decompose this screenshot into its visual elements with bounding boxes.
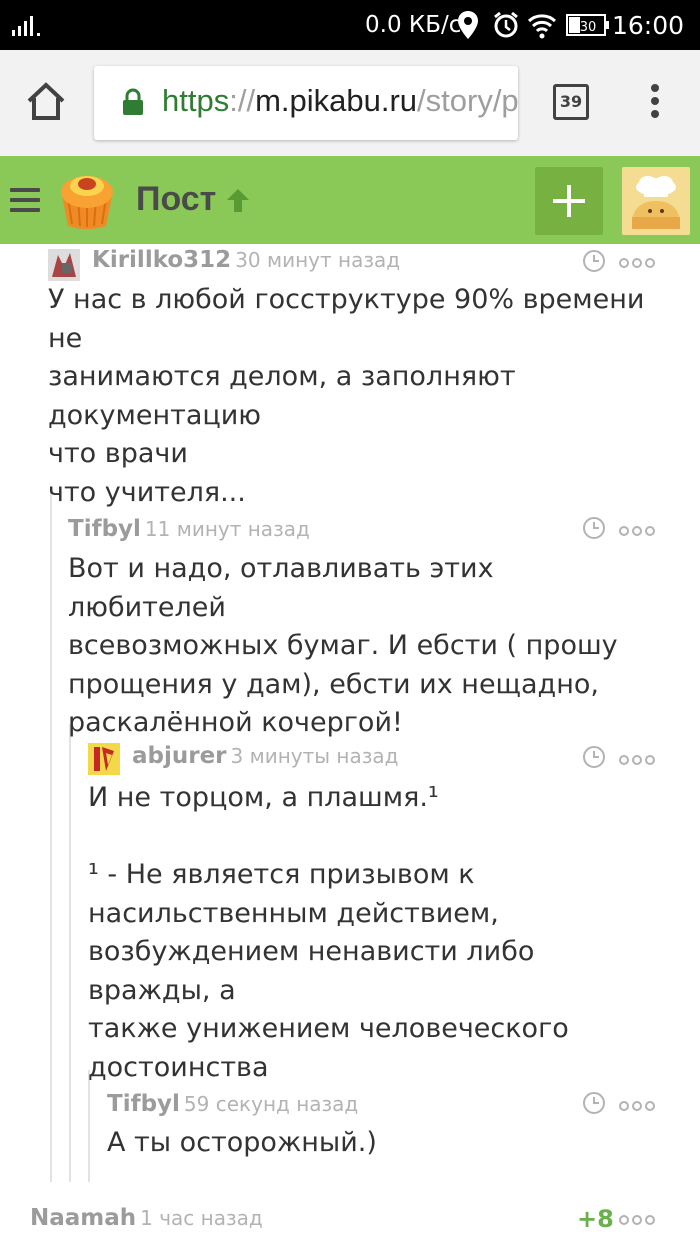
- comment-time: 59 секунд назад: [183, 1092, 359, 1116]
- url-scheme: https: [162, 83, 230, 118]
- comment-meta: Naamah 1 час назад: [30, 1205, 263, 1235]
- comment-meta: Kirillko312 30 минут назад: [92, 247, 400, 277]
- hamburger-icon[interactable]: [10, 188, 40, 212]
- location-icon: [458, 11, 478, 39]
- add-post-button[interactable]: [535, 167, 603, 235]
- site-header: Пост: [0, 156, 700, 244]
- comment: abjurer 3 минуты назад И не торцом, а пла…: [88, 743, 660, 1083]
- more-dots-icon[interactable]: [618, 1214, 656, 1226]
- lock-icon: [123, 88, 143, 115]
- browser-toolbar: https://m.pikabu.ru/story/p 39: [0, 50, 700, 156]
- page-title: Пост: [136, 180, 217, 218]
- clock-icon[interactable]: [582, 1091, 606, 1115]
- clock-icon[interactable]: [582, 516, 606, 540]
- comment-text: И не торцом, а плашмя.¹ ¹ - Не является …: [88, 782, 569, 1083]
- more-dots-icon[interactable]: [618, 1100, 656, 1112]
- status-bar: 0.0 КБ/с 30 16:00: [0, 0, 700, 50]
- comment-time: 1 час назад: [140, 1206, 263, 1230]
- alarm-icon: [494, 11, 518, 38]
- thread-line: [69, 724, 71, 1182]
- user-avatar[interactable]: [622, 167, 690, 235]
- avatar-image: [622, 167, 690, 235]
- plus-icon: [553, 185, 585, 217]
- signal-icon: [12, 16, 40, 36]
- comment-time: 30 минут назад: [235, 248, 401, 272]
- clock-icon[interactable]: [582, 249, 606, 273]
- avatar: [48, 249, 80, 281]
- up-arrow-icon[interactable]: [224, 186, 252, 214]
- overflow-menu-icon[interactable]: [650, 84, 660, 124]
- battery-icon: 30: [566, 14, 609, 36]
- battery-level: 30: [580, 20, 597, 35]
- comment-text: Вот и надо, отлавливать этих любителей в…: [68, 553, 618, 738]
- comment-text: У нас в любой госструктуре 90% времени н…: [48, 284, 645, 508]
- thread-line: [50, 492, 52, 1182]
- home-icon[interactable]: [24, 80, 68, 124]
- comment: Naamah 1 час назад +8: [30, 1205, 660, 1239]
- clock-icon[interactable]: [582, 745, 606, 769]
- more-dots-icon[interactable]: [618, 257, 656, 269]
- comment: Tifbyl 11 минут назад Вот и надо, отлавли…: [68, 516, 660, 738]
- comment-author[interactable]: Tifbyl: [107, 1091, 180, 1117]
- tab-switcher-button[interactable]: 39: [553, 84, 589, 120]
- url-path: /story/p: [417, 83, 518, 118]
- more-dots-icon[interactable]: [618, 525, 656, 537]
- wifi-icon: [527, 14, 557, 39]
- comment-author[interactable]: Tifbyl: [68, 516, 141, 542]
- comment-author[interactable]: Naamah: [30, 1205, 136, 1231]
- clock-time: 16:00: [612, 11, 685, 40]
- avatar: [88, 743, 120, 775]
- comment-text: А ты осторожный.): [107, 1127, 377, 1158]
- comment-time: 11 минут назад: [144, 517, 310, 541]
- address-bar[interactable]: https://m.pikabu.ru/story/p: [94, 66, 518, 140]
- comment-author[interactable]: Kirillko312: [92, 247, 231, 273]
- comment-meta: Tifbyl 11 минут назад: [68, 516, 310, 546]
- more-dots-icon[interactable]: [618, 754, 656, 766]
- url-text: https://m.pikabu.ru/story/p: [162, 83, 518, 119]
- comment-meta: abjurer 3 минуты назад: [132, 743, 398, 773]
- url-host: m.pikabu.ru: [255, 83, 418, 118]
- comment-score: +8: [577, 1205, 614, 1233]
- comment-author[interactable]: abjurer: [132, 743, 227, 769]
- comment-meta: Tifbyl 59 секунд назад: [107, 1091, 358, 1121]
- network-speed: 0.0 КБ/с: [365, 12, 462, 38]
- comment: Kirillko312 30 минут назад У нас в любой …: [48, 247, 660, 508]
- url-separator: ://: [229, 83, 256, 118]
- pikabu-logo[interactable]: [54, 170, 120, 232]
- comment: Tifbyl 59 секунд назад А ты осторожный.): [107, 1091, 660, 1171]
- comment-time: 3 минуты назад: [230, 744, 399, 768]
